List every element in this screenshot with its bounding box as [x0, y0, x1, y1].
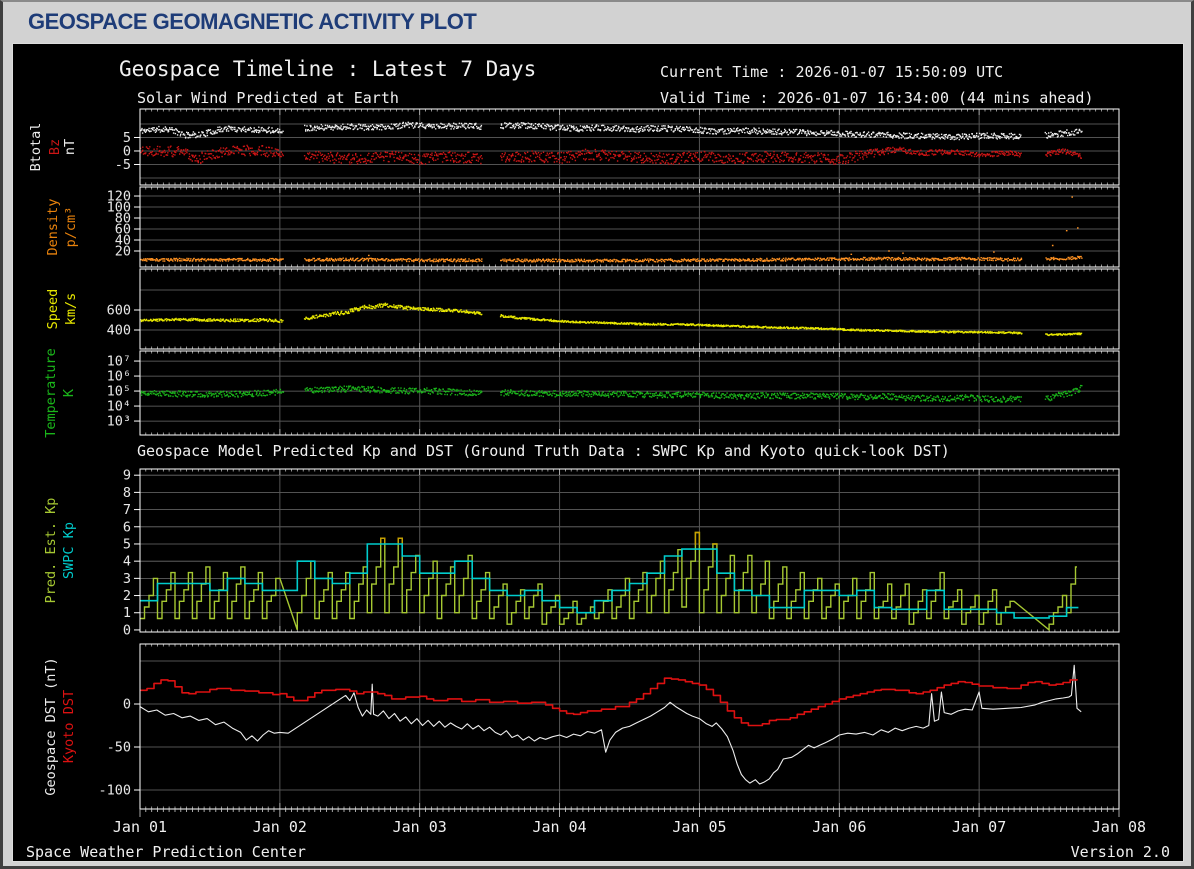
- kp-tick-label: 8: [123, 485, 131, 501]
- dst-axis-label: Kyoto DST: [61, 690, 77, 763]
- solar-wind-temperature-tick-label: 10⁶: [107, 369, 131, 385]
- kp-tick-label: 6: [123, 519, 131, 535]
- dst-tick-label: -100: [98, 782, 131, 798]
- section-title: Geospace Model Predicted Kp and DST (Gro…: [137, 442, 950, 460]
- panel-kp: 98765 43210 Pred. Est. KpSWPC Kp: [43, 468, 1119, 639]
- panel-solar-wind-density: 12010080604020Densityp/cm³: [45, 187, 1119, 267]
- solar-wind-b-bz-series: [140, 145, 1082, 164]
- x-tick-label: Jan 03: [393, 818, 447, 836]
- timeline-title: Geospace Timeline : Latest 7 Days: [119, 57, 536, 81]
- x-tick-label: Jan 06: [812, 818, 866, 836]
- solar-wind-b-axis-label: Bz: [47, 139, 63, 155]
- current-time-label: Current Time : 2026-01-07 15:50:09 UTC: [660, 63, 1003, 81]
- solar-wind-b-axis-label: Btotal: [28, 123, 44, 172]
- kp-tick-label: 9: [123, 468, 131, 484]
- solar-wind-temperature-tick-label: 10⁵: [107, 384, 131, 400]
- window-title: GEOSPACE GEOMAGNETIC ACTIVITY PLOT: [28, 9, 476, 35]
- panel-solar-wind-temperature: 10⁷10⁶10⁵10⁴10³ TemperatureK: [43, 348, 1119, 437]
- dst-axis-label: Geospace DST (nT): [43, 657, 59, 795]
- dst-kyoto-dst-series: [140, 678, 1077, 725]
- x-tick-label: Jan 01: [113, 818, 167, 836]
- solar-wind-b-tick-label: -5: [115, 157, 131, 173]
- x-tick-label: Jan 02: [253, 818, 307, 836]
- x-tick-label: Jan 04: [532, 818, 586, 836]
- footer-version: Version 2.0: [1071, 843, 1170, 861]
- plot-area: 50-5BtotalBznT12010080604020Densityp/cm³…: [12, 43, 1184, 862]
- kp-tick-label: 1: [123, 605, 131, 621]
- solar-wind-density-tick-label: 20: [115, 244, 131, 260]
- solar-wind-speed-tick-label: 400: [107, 323, 131, 339]
- kp-tick-label: 2: [123, 588, 131, 604]
- kp-tick-label: 7: [123, 502, 131, 518]
- kp-axis-label: SWPC Kp: [61, 522, 77, 579]
- solar-wind-speed-speed-series: [140, 303, 1083, 335]
- panel-dst: 0 -50 -100 Geospace DST (nT)Kyoto DST: [43, 644, 1119, 809]
- valid-time-label: Valid Time : 2026-01-07 16:34:00 (44 min…: [660, 89, 1093, 107]
- dst-geospace-dst-series: [140, 665, 1081, 784]
- panel-solar-wind-b: 50-5BtotalBznT: [28, 109, 1119, 185]
- solar-wind-speed-tick-label: 600: [107, 303, 131, 319]
- solar-wind-density-axis-label: p/cm³: [63, 207, 79, 248]
- page: GEOSPACE GEOMAGNETIC ACTIVITY PLOT 5 0 -5 B…: [0, 0, 1194, 869]
- x-axis: Jan 01 Jan 02 Jan 03 Jan 04 Jan 05 Jan 06 Jan …: [113, 809, 1146, 836]
- x-tick-label: Jan 08: [1092, 818, 1146, 836]
- window-title-bar: GEOSPACE GEOMAGNETIC ACTIVITY PLOT: [3, 2, 1191, 42]
- footer-credit: Space Weather Prediction Center: [26, 843, 306, 861]
- kp-axis-label: Pred. Est. Kp: [43, 498, 59, 604]
- solar-wind-density-axis-label: Density: [45, 199, 61, 256]
- solar-wind-temperature-axis-label: K: [61, 388, 77, 397]
- solar-wind-temperature-temperature-series: [140, 386, 1082, 402]
- solar-wind-b-btotal-series: [140, 122, 1083, 139]
- kp-tick-label: 3: [123, 571, 131, 587]
- kp-pred-est-kp-series: [140, 533, 1077, 630]
- kp-tick-label: 5: [123, 536, 131, 552]
- kp-tick-label: 0: [123, 622, 131, 638]
- solar-wind-temperature-tick-label: 10⁷: [107, 354, 131, 370]
- solar-wind-temperature-tick-label: 10³: [107, 414, 131, 430]
- kp-tick-label: 4: [123, 554, 131, 570]
- dst-tick-label: 0: [123, 697, 131, 713]
- dst-tick-label: -50: [107, 740, 131, 756]
- x-tick-label: Jan 07: [952, 818, 1006, 836]
- panel-solar-wind-speed: 600 400 Speedkm/s: [45, 269, 1119, 349]
- solar-wind-temperature-axis-label: Temperature: [43, 348, 59, 437]
- solar-wind-temperature-tick-label: 10⁴: [107, 399, 131, 415]
- solar-wind-speed-axis-label: km/s: [63, 293, 79, 326]
- x-tick-label: Jan 05: [672, 818, 726, 836]
- solar-wind-b-axis-label: nT: [62, 139, 78, 155]
- solar-wind-subtitle: Solar Wind Predicted at Earth: [137, 89, 399, 107]
- solar-wind-speed-axis-label: Speed: [45, 289, 61, 330]
